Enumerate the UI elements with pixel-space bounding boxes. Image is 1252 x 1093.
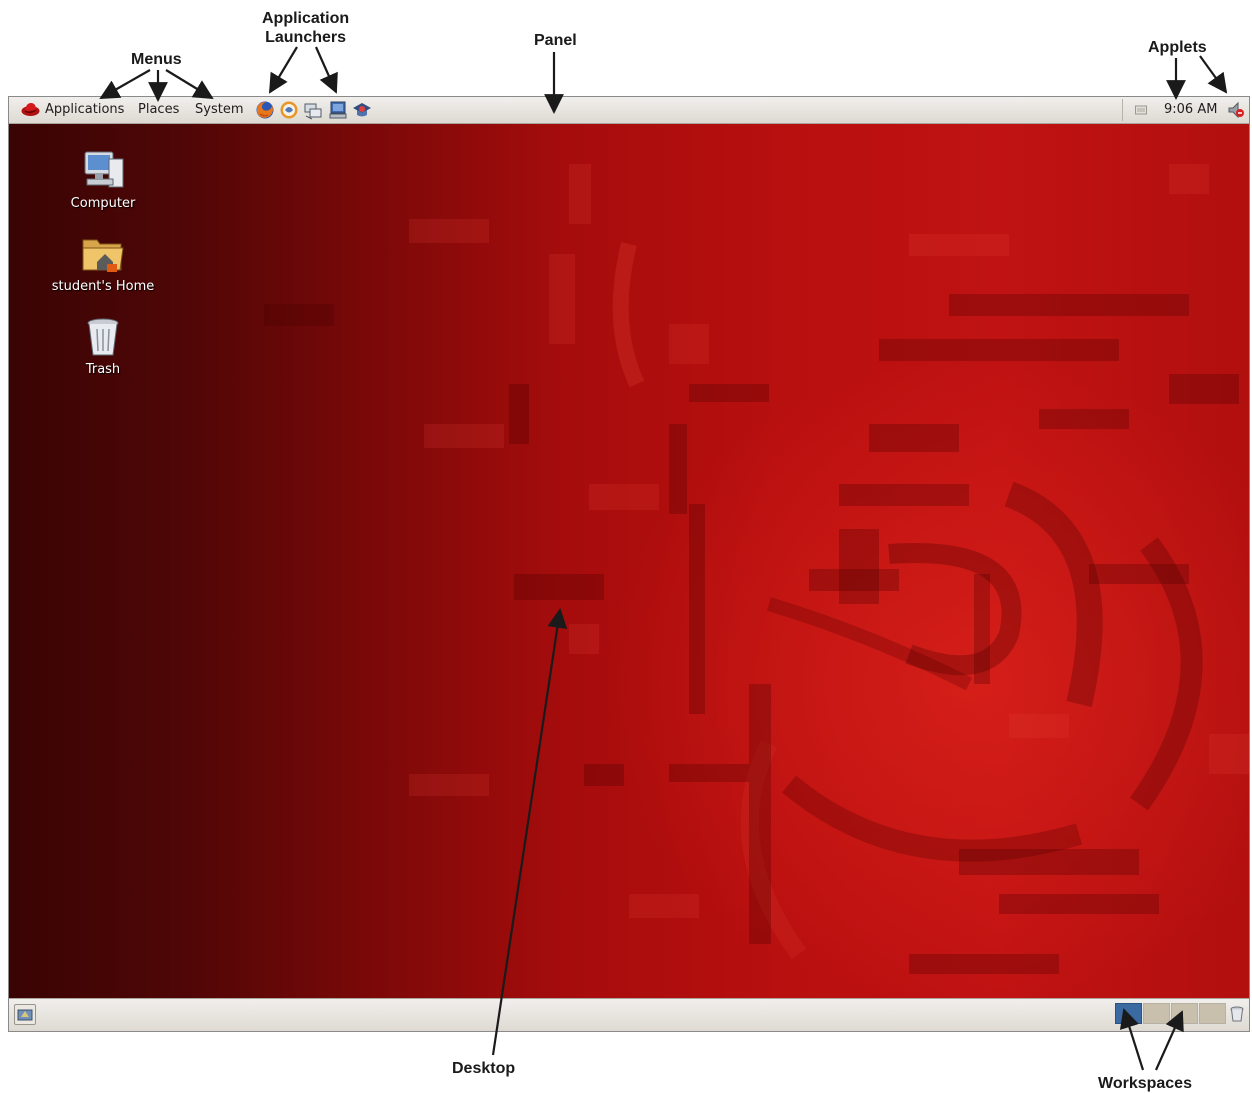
tray-separator	[1122, 99, 1123, 121]
workspace-3[interactable]	[1171, 1003, 1198, 1024]
arrow-launchers-left	[268, 46, 298, 94]
arrow-launchers-right	[314, 46, 338, 94]
workspace-4[interactable]	[1199, 1003, 1226, 1024]
home-folder-icon	[82, 239, 124, 272]
volume-icon[interactable]	[1227, 101, 1245, 119]
network-status-icon[interactable]	[1135, 105, 1147, 115]
desktop[interactable]: Computer student's Home Trash	[9, 124, 1249, 1000]
menu-places[interactable]: Places	[138, 102, 179, 118]
trash-applet-icon[interactable]	[1229, 1005, 1245, 1023]
annotation-menus: Menus	[131, 51, 182, 68]
workspace-2[interactable]	[1143, 1003, 1170, 1024]
firefox-icon[interactable]	[255, 100, 275, 120]
top-panel: Applications Places System 9:06 AM	[9, 97, 1249, 124]
workspace-1[interactable]	[1115, 1003, 1142, 1024]
bottom-panel	[9, 998, 1249, 1031]
show-desktop-icon	[17, 1009, 33, 1021]
annotation-launchers-line2: Launchers	[265, 29, 347, 46]
annotation-workspaces: Workspaces	[1098, 1075, 1192, 1092]
annotation-launchers-line1: Application	[262, 10, 350, 27]
desktop-icon-label: Trash	[85, 362, 121, 377]
update-icon[interactable]	[328, 100, 348, 120]
clock-applet[interactable]: 9:06 AM	[1164, 102, 1217, 118]
redhat-logo-icon[interactable]	[21, 101, 40, 118]
annotation-application-launchers: Application Launchers	[262, 9, 349, 47]
desktop-icon-trash[interactable]: Trash	[38, 315, 168, 378]
gnome-screen: Applications Places System 9:06 AM Compu…	[8, 96, 1250, 1032]
network-icon[interactable]	[303, 100, 323, 120]
help-icon[interactable]	[352, 100, 372, 120]
annotation-desktop: Desktop	[452, 1060, 516, 1077]
computer-icon	[84, 151, 124, 188]
desktop-icon-computer[interactable]: Computer	[38, 149, 168, 212]
arrow-menus-system	[165, 69, 214, 100]
annotation-panel: Panel	[534, 32, 577, 49]
annotation-applets: Applets	[1148, 39, 1207, 56]
desktop-icon-home[interactable]: student's Home	[38, 232, 168, 295]
desktop-icon-label: Computer	[70, 196, 136, 211]
redhat-5-wallpaper	[264, 164, 1249, 974]
show-desktop-button[interactable]	[14, 1004, 36, 1025]
menu-system[interactable]: System	[195, 102, 243, 118]
menu-applications[interactable]: Applications	[45, 102, 124, 118]
arrow-applets-volume	[1199, 55, 1228, 94]
evolution-icon[interactable]	[279, 100, 299, 120]
desktop-icon-label: student's Home	[51, 279, 155, 294]
trash-icon	[87, 318, 119, 356]
arrow-menus-applications	[99, 69, 151, 99]
